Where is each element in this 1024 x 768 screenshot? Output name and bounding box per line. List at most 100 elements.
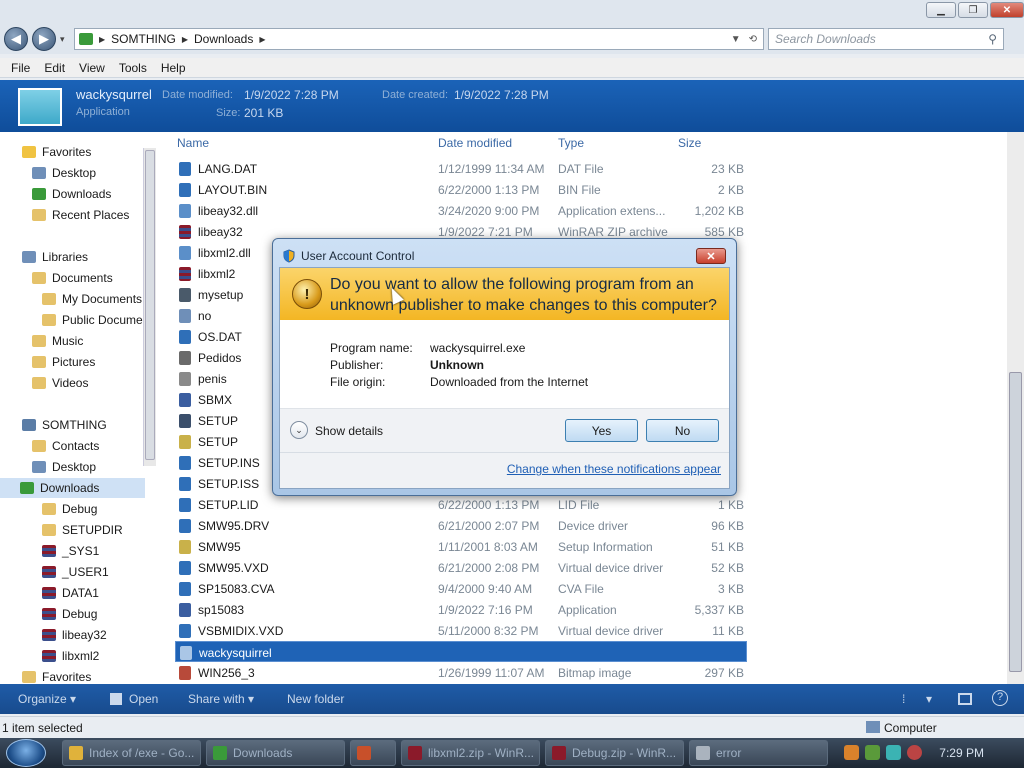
taskbar-explorer[interactable]: Downloads — [206, 740, 345, 766]
nav-item[interactable]: Music — [32, 331, 83, 351]
file-row[interactable]: SMW95 1/11/2001 8:03 AM Setup Information 5… — [175, 536, 747, 557]
file-row[interactable]: SP15083.CVA 9/4/2000 9:40 AM CVA File 3 KB — [175, 578, 747, 599]
chevron-down-icon[interactable]: ⌄ — [290, 421, 308, 439]
nav-item[interactable]: Favorites — [22, 142, 91, 162]
address-bar[interactable]: ▶ SOMTHING ▶ Downloads ▶ ▼ ⟲ — [74, 28, 764, 50]
taskbar-winrar-libxml2[interactable]: libxml2.zip - WinR... — [401, 740, 540, 766]
search-icon[interactable]: ⚲ — [988, 32, 997, 46]
breadcrumb-arrow-icon[interactable]: ▶ — [182, 35, 188, 44]
menu-tools[interactable]: Tools — [112, 61, 154, 75]
file-type: Device driver — [558, 519, 629, 533]
nav-scrollbar[interactable] — [143, 148, 156, 466]
preview-pane-icon[interactable] — [958, 693, 972, 705]
nav-item[interactable]: DATA1 — [42, 583, 99, 603]
forward-button[interactable]: ▶ — [32, 27, 56, 51]
nav-item[interactable]: Pictures — [32, 352, 95, 372]
nav-item[interactable]: Recent Places — [32, 205, 129, 225]
file-row[interactable]: wackysquirrel — [175, 641, 747, 662]
maximize-button[interactable]: ❐ — [958, 2, 988, 18]
nav-item[interactable]: Desktop — [32, 457, 96, 477]
show-details-button[interactable]: Show details — [315, 424, 383, 438]
back-button[interactable]: ◀ — [4, 27, 28, 51]
nav-item[interactable]: SETUPDIR — [42, 520, 123, 540]
search-input[interactable]: Search Downloads ⚲ — [768, 28, 1004, 50]
breadcrumb-downloads[interactable]: Downloads — [194, 32, 253, 46]
taskbar-winrar-debug[interactable]: Debug.zip - WinR... — [545, 740, 684, 766]
nav-item[interactable]: Debug — [42, 604, 97, 624]
nav-item[interactable]: Contacts — [32, 436, 99, 456]
organize-button[interactable]: Organize ▾ — [18, 692, 76, 706]
nav-item[interactable]: My Documents — [42, 289, 142, 309]
file-list-scroll-thumb[interactable] — [1009, 372, 1022, 672]
views-icon[interactable]: ⁞ — [902, 692, 905, 706]
breadcrumb-arrow-icon[interactable]: ▶ — [259, 35, 265, 44]
file-name: sp15083 — [198, 603, 245, 617]
minimize-button[interactable]: ▁ — [926, 2, 956, 18]
nav-item[interactable]: _USER1 — [42, 562, 109, 582]
file-row[interactable]: LANG.DAT 1/12/1999 11:34 AM DAT File 23 KB — [175, 158, 747, 179]
recent-pages-dropdown[interactable]: ▾ — [60, 34, 70, 45]
details-date-created: 1/9/2022 7:28 PM — [454, 88, 549, 102]
nav-item-label: Music — [52, 334, 84, 348]
nav-item[interactable]: Videos — [32, 373, 88, 393]
yes-button[interactable]: Yes — [565, 419, 638, 442]
share-with-button[interactable]: Share with ▾ — [188, 692, 254, 706]
column-header-type[interactable]: Type — [558, 136, 584, 150]
file-row[interactable]: SMW95.VXD 6/21/2000 2:08 PM Virtual device… — [175, 557, 747, 578]
nav-item[interactable]: libeay32 — [42, 625, 107, 645]
file-icon — [180, 646, 192, 660]
file-list-scrollbar[interactable] — [1007, 132, 1024, 684]
nav-item[interactable]: Public Docume — [42, 310, 143, 330]
file-row[interactable]: VSBMIDIX.VXD 5/11/2000 8:32 PM Virtual dev… — [175, 620, 747, 641]
file-row[interactable]: sp15083 1/9/2022 7:16 PM Application 5,337 … — [175, 599, 747, 620]
refresh-icon[interactable]: ⟲ — [749, 34, 757, 45]
file-name: mysetup — [198, 288, 244, 302]
nav-item[interactable]: Documents — [32, 268, 113, 288]
change-notifications-link[interactable]: Change when these notifications appear — [507, 462, 721, 476]
nav-item[interactable]: Downloads — [0, 478, 145, 498]
menu-help[interactable]: Help — [154, 61, 193, 75]
column-header-name[interactable]: Name — [177, 136, 209, 150]
file-row[interactable]: SETUP.LID 6/22/2000 1:13 PM LID File 1 KB — [175, 494, 747, 515]
details-file-name: wackysqurrel — [76, 87, 152, 102]
nav-item[interactable]: Favorites — [22, 667, 91, 684]
nav-item[interactable]: SOMTHING — [22, 415, 107, 435]
breadcrumb-somthing[interactable]: SOMTHING — [111, 32, 176, 46]
tray-security-icon[interactable] — [865, 745, 880, 760]
nav-item[interactable]: libxml2 — [42, 646, 99, 666]
tray-network-icon[interactable] — [886, 745, 901, 760]
start-button[interactable] — [6, 739, 46, 767]
file-row[interactable]: libeay32.dll 3/24/2020 9:00 PM Application… — [175, 200, 747, 221]
breadcrumb-arrow-icon[interactable]: ▶ — [99, 35, 105, 44]
nav-item[interactable]: Desktop — [32, 163, 96, 183]
nav-item[interactable]: Downloads — [32, 184, 111, 204]
column-header-date[interactable]: Date modified — [438, 136, 512, 150]
nav-item[interactable]: Libraries — [22, 247, 88, 267]
help-icon[interactable]: ? — [992, 690, 1008, 706]
nav-item[interactable]: Debug — [42, 499, 97, 519]
new-folder-button[interactable]: New folder — [287, 692, 344, 706]
open-button[interactable]: Open — [129, 692, 158, 706]
nav-scroll-thumb[interactable] — [145, 150, 155, 460]
taskbar-clock[interactable]: 7:29 PM — [939, 746, 984, 760]
menu-view[interactable]: View — [72, 61, 112, 75]
taskbar-media[interactable] — [350, 740, 396, 766]
tray-app-icon[interactable] — [844, 745, 859, 760]
file-name: libeay32.dll — [198, 204, 259, 218]
tray-volume-icon[interactable] — [907, 745, 922, 760]
nav-item[interactable]: _SYS1 — [42, 541, 99, 561]
taskbar-error[interactable]: error — [689, 740, 828, 766]
views-dropdown-icon[interactable]: ▾ — [926, 692, 932, 706]
close-button[interactable]: ✕ — [990, 2, 1024, 18]
file-row[interactable]: WIN256_3 1/26/1999 11:07 AM Bitmap image 29… — [175, 662, 747, 683]
menu-edit[interactable]: Edit — [37, 61, 72, 75]
address-dropdown-icon[interactable]: ▼ — [731, 34, 741, 45]
file-row[interactable]: LAYOUT.BIN 6/22/2000 1:13 PM BIN File 2 KB — [175, 179, 747, 200]
file-name: SBMX — [198, 393, 233, 407]
file-row[interactable]: SMW95.DRV 6/21/2000 2:07 PM Device driver 9… — [175, 515, 747, 536]
uac-close-button[interactable]: ✕ — [696, 248, 726, 264]
taskbar-chrome[interactable]: Index of /exe - Go... — [62, 740, 201, 766]
column-header-size[interactable]: Size — [678, 136, 701, 150]
menu-file[interactable]: File — [4, 61, 37, 75]
no-button[interactable]: No — [646, 419, 719, 442]
